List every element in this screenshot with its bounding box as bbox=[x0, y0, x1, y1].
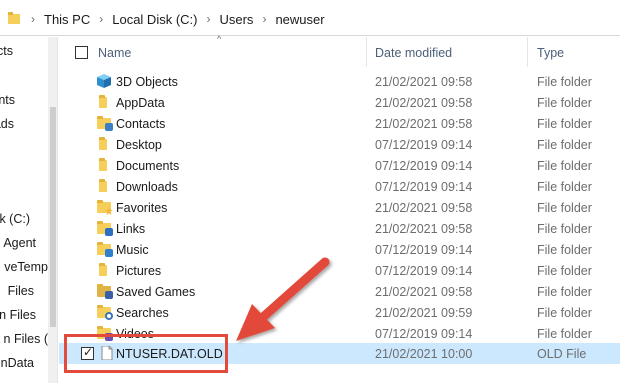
file-date: 21/02/2021 09:58 bbox=[375, 96, 473, 110]
file-date: 21/02/2021 09:58 bbox=[375, 201, 473, 215]
chevron-right-icon[interactable]: › bbox=[31, 12, 35, 26]
file-name: Music bbox=[116, 243, 149, 257]
annotation-highlight-box bbox=[64, 334, 228, 373]
saved-games-folder-icon bbox=[96, 284, 113, 299]
file-date: 07/12/2019 09:14 bbox=[375, 138, 473, 152]
file-name: Desktop bbox=[116, 138, 162, 152]
chevron-right-icon[interactable]: › bbox=[99, 12, 103, 26]
file-type: File folder bbox=[537, 201, 592, 215]
file-name: Pictures bbox=[116, 264, 162, 278]
file-date: 07/12/2019 09:14 bbox=[375, 264, 473, 278]
breadcrumb-users[interactable]: Users bbox=[219, 12, 253, 27]
file-type: File folder bbox=[537, 75, 592, 89]
file-date: 21/02/2021 09:58 bbox=[375, 285, 473, 299]
sort-ascending-icon: ^ bbox=[217, 34, 222, 44]
column-divider[interactable] bbox=[527, 37, 528, 67]
file-date: 07/12/2019 09:14 bbox=[375, 327, 473, 341]
file-name: 3D Objects bbox=[116, 75, 178, 89]
links-folder-icon bbox=[96, 221, 113, 236]
chevron-right-icon[interactable]: › bbox=[262, 12, 266, 26]
3d-objects-icon bbox=[97, 74, 111, 88]
file-type: File folder bbox=[537, 222, 592, 236]
folder-icon bbox=[96, 95, 112, 109]
file-type: File folder bbox=[537, 327, 592, 341]
file-list: ^ Name Date modified Type 3D Objects 21/… bbox=[59, 34, 620, 383]
file-row-searches[interactable]: Searches 21/02/2021 09:59 File folder bbox=[59, 302, 620, 323]
file-date: 21/02/2021 10:00 bbox=[375, 347, 473, 361]
downloads-folder-icon bbox=[96, 179, 112, 193]
file-type: File folder bbox=[537, 180, 592, 194]
select-all-checkbox[interactable] bbox=[75, 46, 88, 59]
file-row-saved-games[interactable]: Saved Games 21/02/2021 09:58 File folder bbox=[59, 281, 620, 302]
navigation-pane: ects nts ads k (C:) Agent veTemp Files n… bbox=[0, 37, 48, 383]
file-row-favorites[interactable]: Favorites 21/02/2021 09:58 File folder bbox=[59, 197, 620, 218]
file-type: File folder bbox=[537, 264, 592, 278]
column-name[interactable]: Name bbox=[98, 46, 131, 60]
file-name: Contacts bbox=[116, 117, 166, 131]
file-type: File folder bbox=[537, 285, 592, 299]
address-bar[interactable]: › This PC › Local Disk (C:) › Users › ne… bbox=[0, 0, 620, 36]
folder-icon bbox=[8, 12, 20, 24]
file-name: Links bbox=[116, 222, 146, 236]
file-name: Saved Games bbox=[116, 285, 196, 299]
folder-icon bbox=[96, 158, 112, 172]
file-type: File folder bbox=[537, 138, 592, 152]
column-header: ^ Name Date modified Type bbox=[59, 34, 620, 67]
file-row-contacts[interactable]: Contacts 21/02/2021 09:58 File folder bbox=[59, 113, 620, 134]
file-name: AppData bbox=[116, 96, 165, 110]
breadcrumb: › This PC › Local Disk (C:) › Users › ne… bbox=[22, 10, 325, 28]
contacts-folder-icon bbox=[96, 116, 113, 131]
breadcrumb-this-pc[interactable]: This PC bbox=[44, 12, 90, 27]
file-row-downloads[interactable]: Downloads 07/12/2019 09:14 File folder bbox=[59, 176, 620, 197]
file-date: 07/12/2019 09:14 bbox=[375, 159, 473, 173]
folder-icon bbox=[96, 263, 112, 277]
file-date: 21/02/2021 09:59 bbox=[375, 306, 473, 320]
file-name: Downloads bbox=[116, 180, 178, 194]
file-row-desktop[interactable]: Desktop 07/12/2019 09:14 File folder bbox=[59, 134, 620, 155]
column-date-modified[interactable]: Date modified bbox=[375, 46, 452, 60]
music-folder-icon bbox=[96, 242, 113, 257]
file-name: Favorites bbox=[116, 201, 168, 215]
column-divider[interactable] bbox=[366, 37, 367, 67]
file-type: OLD File bbox=[537, 347, 587, 361]
breadcrumb-local-disk[interactable]: Local Disk (C:) bbox=[112, 12, 197, 27]
searches-folder-icon bbox=[96, 305, 113, 320]
file-date: 07/12/2019 09:14 bbox=[375, 180, 473, 194]
file-name: Documents bbox=[116, 159, 180, 173]
file-type: File folder bbox=[537, 243, 592, 257]
nav-scrollbar-thumb[interactable] bbox=[50, 107, 56, 327]
file-type: File folder bbox=[537, 117, 592, 131]
file-date: 21/02/2021 09:58 bbox=[375, 222, 473, 236]
nav-scrollbar[interactable] bbox=[48, 37, 58, 383]
file-name: Searches bbox=[116, 306, 169, 320]
folder-icon bbox=[96, 137, 112, 151]
file-type: File folder bbox=[537, 159, 592, 173]
file-row-links[interactable]: Links 21/02/2021 09:58 File folder bbox=[59, 218, 620, 239]
file-row-music[interactable]: Music 07/12/2019 09:14 File folder bbox=[59, 239, 620, 260]
file-date: 21/02/2021 09:58 bbox=[375, 117, 473, 131]
file-date: 21/02/2021 09:58 bbox=[375, 75, 473, 89]
column-type[interactable]: Type bbox=[537, 46, 564, 60]
file-date: 07/12/2019 09:14 bbox=[375, 243, 473, 257]
file-row-3d-objects[interactable]: 3D Objects 21/02/2021 09:58 File folder bbox=[59, 71, 620, 92]
breadcrumb-newuser[interactable]: newuser bbox=[275, 12, 324, 27]
file-row-documents[interactable]: Documents 07/12/2019 09:14 File folder bbox=[59, 155, 620, 176]
favorites-folder-icon bbox=[96, 200, 113, 215]
file-type: File folder bbox=[537, 96, 592, 110]
chevron-right-icon[interactable]: › bbox=[206, 12, 210, 26]
file-row-appdata[interactable]: AppData 21/02/2021 09:58 File folder bbox=[59, 92, 620, 113]
file-row-pictures[interactable]: Pictures 07/12/2019 09:14 File folder bbox=[59, 260, 620, 281]
file-type: File folder bbox=[537, 306, 592, 320]
